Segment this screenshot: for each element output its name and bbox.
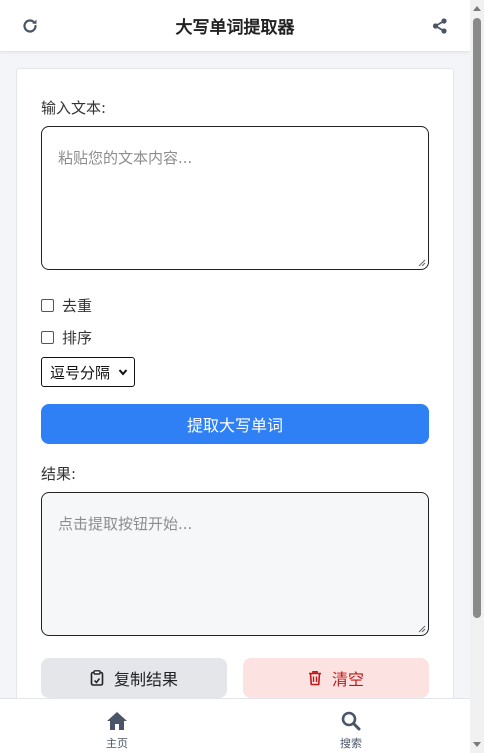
result-label: 结果: [41, 465, 77, 483]
result-placeholder: 点击提取按钮开始... [58, 515, 193, 533]
trash-icon [308, 671, 321, 686]
separator-selected-value: 逗号分隔 [50, 363, 111, 382]
sort-checkbox[interactable] [41, 331, 54, 344]
extract-button[interactable]: 提取大写单词 [41, 404, 429, 444]
input-placeholder: 粘贴您的文本内容... [58, 149, 193, 167]
scrollbar[interactable] [470, 0, 484, 753]
home-icon [107, 712, 127, 730]
main-card: 输入文本: 粘贴您的文本内容... 去重 排序 逗号分隔 提取大写单词 结果: … [16, 68, 454, 708]
sort-option[interactable]: 排序 [41, 327, 92, 348]
clear-button[interactable]: 清空 [243, 658, 429, 698]
scrollbar-thumb[interactable] [473, 18, 481, 618]
share-icon[interactable] [428, 14, 452, 38]
resize-handle-icon[interactable] [418, 259, 426, 267]
clear-label: 清空 [331, 670, 364, 689]
nav-item-search[interactable]: 搜索 [311, 711, 391, 751]
clipboard-icon [90, 670, 104, 686]
scroll-down-icon[interactable] [473, 742, 481, 747]
result-textarea[interactable]: 点击提取按钮开始... [41, 492, 429, 636]
scroll-up-icon[interactable] [473, 6, 481, 11]
nav-label-home: 主页 [106, 737, 128, 750]
copy-result-button[interactable]: 复制结果 [41, 658, 227, 698]
nav-item-home[interactable]: 主页 [77, 711, 157, 751]
sort-label: 排序 [62, 329, 93, 347]
dedupe-checkbox[interactable] [41, 299, 54, 312]
dedupe-option[interactable]: 去重 [41, 295, 92, 316]
bottom-navigation: 主页 搜索 [0, 698, 470, 753]
nav-label-search: 搜索 [340, 737, 362, 750]
chevron-down-icon [118, 369, 128, 376]
refresh-icon[interactable] [18, 14, 42, 38]
page-title: 大写单词提取器 [175, 18, 295, 38]
separator-select[interactable]: 逗号分隔 [41, 357, 135, 387]
resize-handle-icon[interactable] [418, 625, 426, 633]
copy-result-label: 复制结果 [113, 670, 178, 689]
dedupe-label: 去重 [62, 297, 93, 315]
input-textarea[interactable]: 粘贴您的文本内容... [41, 126, 429, 270]
input-label: 输入文本: [41, 99, 107, 117]
search-icon [341, 711, 361, 731]
app-header: 大写单词提取器 [0, 0, 470, 52]
